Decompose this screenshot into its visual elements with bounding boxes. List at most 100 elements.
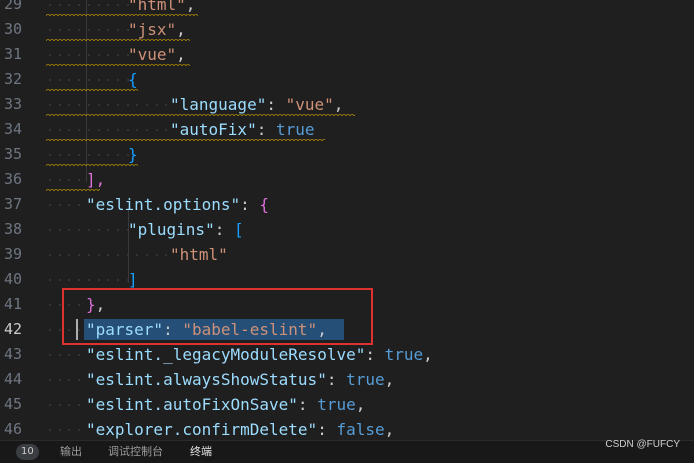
code-line[interactable]: "eslint.alwaysShowStatus": true,: [86, 367, 394, 392]
whitespace-marker: [98, 229, 100, 231]
whitespace-marker: [127, 104, 129, 106]
code-token: :: [240, 195, 260, 214]
whitespace-marker: [78, 104, 80, 106]
code-line[interactable]: "html": [170, 242, 228, 267]
code-token: }: [128, 145, 138, 164]
whitespace-marker: [156, 254, 158, 256]
whitespace-marker: [117, 4, 119, 6]
whitespace-marker: [146, 104, 148, 106]
code-token: ,: [355, 395, 366, 414]
tab-terminal[interactable]: 终端: [190, 443, 212, 461]
code-line[interactable]: "explorer.confirmDelete": false,: [86, 417, 394, 442]
whitespace-marker: [68, 254, 70, 256]
code-editor[interactable]: "html", "jsx", "vue",{"language": "vue", "a…: [0, 0, 694, 440]
code-token: "jsx": [128, 20, 177, 39]
code-line[interactable]: "language": "vue",: [170, 92, 343, 117]
tab-debug-console[interactable]: 调试控制台: [108, 443, 163, 461]
watermark: CSDN @FUFCY: [605, 439, 680, 450]
code-token: "autoFix": [170, 120, 257, 139]
whitespace-marker: [88, 4, 90, 6]
whitespace-marker: [127, 254, 129, 256]
whitespace-marker: [68, 4, 70, 6]
code-token: ,: [384, 420, 395, 439]
code-token: "language": [170, 95, 267, 114]
code-token: :: [326, 370, 347, 389]
whitespace-marker: [68, 404, 70, 406]
whitespace-marker: [68, 204, 70, 206]
whitespace-marker: [49, 154, 51, 156]
whitespace-marker: [59, 404, 61, 406]
code-token: ,: [176, 45, 186, 64]
code-line[interactable]: "eslint.autoFixOnSave": true,: [86, 392, 365, 417]
whitespace-marker: [78, 154, 80, 156]
code-line[interactable]: }: [128, 142, 138, 167]
whitespace-marker: [78, 354, 80, 356]
code-token: :: [297, 395, 318, 414]
code-token: "explorer.confirmDelete": [86, 420, 318, 439]
whitespace-marker: [136, 254, 138, 256]
whitespace-marker: [146, 129, 148, 131]
code-token: "html": [170, 245, 228, 264]
whitespace-marker: [107, 29, 109, 31]
code-token: "vue": [128, 45, 177, 64]
whitespace-marker: [78, 404, 80, 406]
whitespace-marker: [146, 254, 148, 256]
whitespace-marker: [98, 104, 100, 106]
code-token: :: [266, 95, 286, 114]
code-token: [: [233, 220, 244, 239]
whitespace-marker: [78, 54, 80, 56]
code-line[interactable]: "autoFix": true: [170, 117, 315, 142]
code-line[interactable]: {: [128, 67, 138, 92]
code-token: "html": [128, 0, 186, 14]
whitespace-marker: [156, 129, 158, 131]
bottom-panel-tabs: 10 输出 调试控制台 终端: [0, 440, 694, 463]
whitespace-marker: [78, 4, 80, 6]
whitespace-marker: [98, 129, 100, 131]
warning-squiggle: [46, 88, 138, 91]
whitespace-marker: [59, 279, 61, 281]
whitespace-marker: [59, 154, 61, 156]
annotation-highlight-box: [62, 288, 373, 345]
problems-count-badge[interactable]: 10: [16, 444, 39, 460]
whitespace-marker: [68, 379, 70, 381]
code-line[interactable]: "html",: [128, 0, 195, 17]
whitespace-marker: [49, 104, 51, 106]
whitespace-marker: [117, 54, 119, 56]
whitespace-marker: [98, 254, 100, 256]
whitespace-marker: [78, 379, 80, 381]
code-line[interactable]: ],: [86, 167, 105, 192]
code-line[interactable]: "vue",: [128, 42, 186, 67]
code-token: :: [256, 120, 276, 139]
whitespace-marker: [59, 104, 61, 106]
code-token: "eslint.options": [86, 195, 241, 214]
code-token: true: [275, 120, 315, 139]
whitespace-marker: [68, 29, 70, 31]
code-token: true: [384, 345, 424, 364]
whitespace-marker: [98, 79, 100, 81]
whitespace-marker: [117, 79, 119, 81]
whitespace-marker: [136, 104, 138, 106]
code-token: ,: [176, 20, 186, 39]
code-token: {: [128, 70, 138, 89]
code-token: true: [346, 370, 385, 389]
code-line[interactable]: "eslint._legacyModuleResolve": true,: [86, 342, 433, 367]
whitespace-marker: [68, 129, 70, 131]
whitespace-marker: [117, 229, 119, 231]
whitespace-marker: [49, 429, 51, 431]
whitespace-marker: [165, 129, 167, 131]
code-line[interactable]: "plugins": [: [128, 217, 244, 242]
whitespace-marker: [78, 429, 80, 431]
code-token: :: [214, 220, 234, 239]
whitespace-marker: [117, 279, 119, 281]
code-line[interactable]: "eslint.options": {: [86, 192, 269, 217]
whitespace-marker: [59, 4, 61, 6]
whitespace-marker: [88, 129, 90, 131]
whitespace-marker: [117, 254, 119, 256]
whitespace-marker: [107, 4, 109, 6]
code-token: true: [317, 395, 356, 414]
tab-output[interactable]: 输出: [60, 443, 82, 461]
whitespace-marker: [68, 429, 70, 431]
whitespace-marker: [59, 29, 61, 31]
whitespace-marker: [68, 54, 70, 56]
code-line[interactable]: "jsx",: [128, 17, 186, 42]
